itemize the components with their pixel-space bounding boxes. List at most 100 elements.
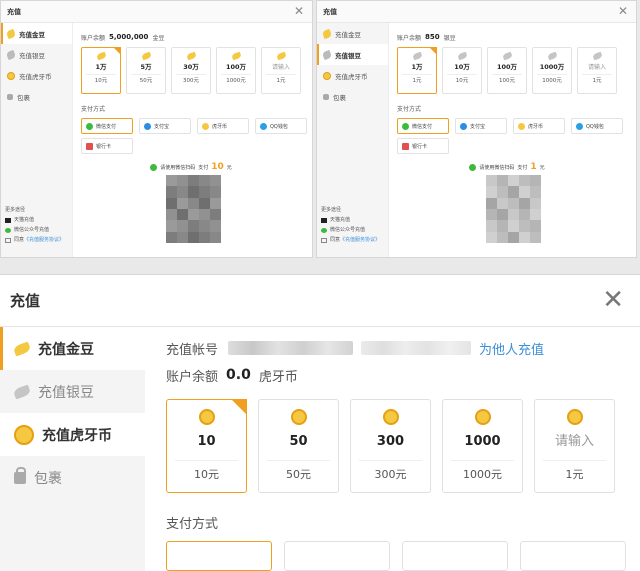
qr-cell bbox=[177, 231, 188, 243]
balance-value: 5,000,000 bbox=[109, 33, 149, 41]
sidebar-item-huya-coin[interactable]: 充值虎牙币 bbox=[0, 413, 145, 456]
qr-cell bbox=[188, 220, 199, 232]
qr-cell bbox=[486, 231, 497, 243]
wechat-recharge-link[interactable]: 微信公众号充值 bbox=[5, 225, 64, 235]
amount-option[interactable]: 5万 50元 bbox=[126, 47, 166, 94]
tmall-recharge-link[interactable]: 天猫充值 bbox=[321, 215, 380, 225]
amount-option[interactable]: 100万 1000元 bbox=[216, 47, 256, 94]
qr-amount: 1 bbox=[530, 162, 537, 172]
qr-cell bbox=[508, 197, 519, 209]
amount-option[interactable]: 1000万 1000元 bbox=[532, 47, 572, 94]
balance-row: 账户余额 5,000,000 金豆 bbox=[81, 33, 165, 42]
qr-cell bbox=[486, 175, 497, 187]
qr-cell bbox=[199, 231, 210, 243]
qr-cell bbox=[519, 231, 530, 243]
recharge-for-others-link[interactable]: 为他人充值 bbox=[479, 339, 544, 358]
sidebar-item-gold-bean[interactable]: 充值金豆 bbox=[1, 23, 72, 44]
pay-wechat[interactable]: 微信支付 bbox=[397, 118, 449, 134]
qr-cell bbox=[177, 208, 188, 221]
custom-amount-option[interactable]: 请输入 1元 bbox=[534, 399, 615, 493]
dialog-header: 充值 ✕ bbox=[317, 1, 636, 23]
silver-bean-icon bbox=[411, 51, 423, 61]
agree-checkbox[interactable] bbox=[5, 237, 11, 243]
sidebar-item-package[interactable]: 包裹 bbox=[317, 86, 388, 107]
pay-methods bbox=[166, 541, 630, 571]
pay-wechat[interactable] bbox=[166, 541, 272, 571]
silver-bean-icon bbox=[591, 51, 603, 61]
custom-amount-option[interactable]: 请输入 1元 bbox=[577, 47, 617, 94]
qr-cell bbox=[530, 186, 541, 198]
pay-huya-coin[interactable]: 虎牙币 bbox=[513, 118, 565, 134]
amount-option[interactable]: 1万 1元 bbox=[397, 47, 437, 94]
dialog-header: 充值 ✕ bbox=[0, 275, 640, 327]
qr-cell bbox=[508, 175, 519, 187]
balance-row: 账户余额 850 银豆 bbox=[397, 33, 456, 42]
sidebar-item-silver-bean[interactable]: 充值银豆 bbox=[1, 44, 72, 65]
qr-cell bbox=[486, 220, 497, 232]
amount-option[interactable]: 100万 100元 bbox=[487, 47, 527, 94]
pay-qq-wallet[interactable]: QQ钱包 bbox=[571, 118, 623, 134]
qr-cell bbox=[508, 186, 519, 198]
amount-options: 1万 10元 5万 50元 30万 300元 100万 1000元 请输入 1元 bbox=[81, 47, 306, 94]
dialog-header: 充值 ✕ bbox=[1, 1, 312, 23]
balance-value: 0.0 bbox=[226, 367, 251, 383]
check-icon bbox=[469, 163, 477, 171]
qr-code-image bbox=[166, 175, 221, 243]
account-label: 充值帐号 bbox=[166, 342, 219, 358]
qr-cell bbox=[497, 231, 508, 243]
close-icon[interactable]: ✕ bbox=[618, 4, 628, 18]
coin-icon bbox=[290, 409, 307, 425]
tmall-recharge-link[interactable]: 天猫充值 bbox=[5, 215, 64, 225]
coin-icon bbox=[323, 71, 331, 80]
sidebar-item-huya-coin[interactable]: 充值虎牙币 bbox=[317, 65, 388, 86]
pay-qq-wallet[interactable]: QQ钱包 bbox=[255, 118, 307, 134]
qr-cell bbox=[177, 197, 188, 209]
close-icon[interactable]: ✕ bbox=[294, 4, 304, 18]
wechat-icon bbox=[321, 227, 327, 233]
gold-bean-icon bbox=[185, 51, 197, 61]
pay-alipay[interactable]: 支付宝 bbox=[455, 118, 507, 134]
sidebar-item-package[interactable]: 包裹 bbox=[1, 86, 72, 107]
amount-option[interactable]: 30万 300元 bbox=[171, 47, 211, 94]
qr-cell bbox=[497, 208, 508, 221]
qr-cell bbox=[519, 208, 530, 221]
amount-option[interactable]: 300 300元 bbox=[350, 399, 431, 493]
close-icon[interactable]: ✕ bbox=[602, 285, 624, 315]
pay-bank-card[interactable]: 银行卡 bbox=[397, 138, 449, 154]
sidebar-item-silver-bean[interactable]: 充值银豆 bbox=[317, 44, 388, 65]
agree-checkbox[interactable] bbox=[321, 237, 327, 243]
pay-qq-wallet[interactable] bbox=[520, 541, 626, 571]
pay-alipay[interactable]: 支付宝 bbox=[139, 118, 191, 134]
sidebar-item-gold-bean[interactable]: 充值金豆 bbox=[0, 327, 145, 370]
qr-cell bbox=[519, 175, 530, 187]
pay-huya-coin[interactable]: 虎牙币 bbox=[197, 118, 249, 134]
amount-option[interactable]: 50 50元 bbox=[258, 399, 339, 493]
silver-bean-icon bbox=[546, 51, 558, 61]
gold-bean-icon bbox=[12, 341, 32, 356]
pay-methods: 微信支付 支付宝 虎牙币 QQ钱包 银行卡 bbox=[81, 118, 311, 154]
qr-cell bbox=[188, 231, 199, 243]
qr-code-image bbox=[486, 175, 541, 243]
agreement-link[interactable]: 《充值服务协议》 bbox=[24, 235, 64, 245]
wechat-recharge-link[interactable]: 微信公众号充值 bbox=[321, 225, 380, 235]
pay-alipay[interactable] bbox=[284, 541, 390, 571]
sidebar-item-huya-coin[interactable]: 充值虎牙币 bbox=[1, 65, 72, 86]
agreement-link[interactable]: 《充值服务协议》 bbox=[340, 235, 380, 245]
qr-cell bbox=[199, 208, 210, 221]
agreement-row: 同意 《充值服务协议》 bbox=[321, 235, 380, 245]
amount-option[interactable]: 10万 10元 bbox=[442, 47, 482, 94]
pay-wechat[interactable]: 微信支付 bbox=[81, 118, 133, 134]
amount-option[interactable]: 10 10元 bbox=[166, 399, 247, 493]
gold-bean-icon bbox=[230, 51, 242, 61]
sidebar-item-silver-bean[interactable]: 充值银豆 bbox=[0, 370, 145, 413]
pay-bank-card[interactable]: 银行卡 bbox=[81, 138, 133, 154]
sidebar-item-gold-bean[interactable]: 充值金豆 bbox=[317, 23, 388, 44]
pay-huya-coin[interactable] bbox=[402, 541, 508, 571]
coin-icon bbox=[202, 122, 209, 130]
custom-amount-option[interactable]: 请输入 1元 bbox=[261, 47, 301, 94]
amount-option[interactable]: 1000 1000元 bbox=[442, 399, 523, 493]
sidebar-item-package[interactable]: 包裹 bbox=[0, 456, 145, 499]
amount-option[interactable]: 1万 10元 bbox=[81, 47, 121, 94]
qr-cell bbox=[177, 186, 188, 198]
account-id-blurred bbox=[228, 341, 354, 355]
